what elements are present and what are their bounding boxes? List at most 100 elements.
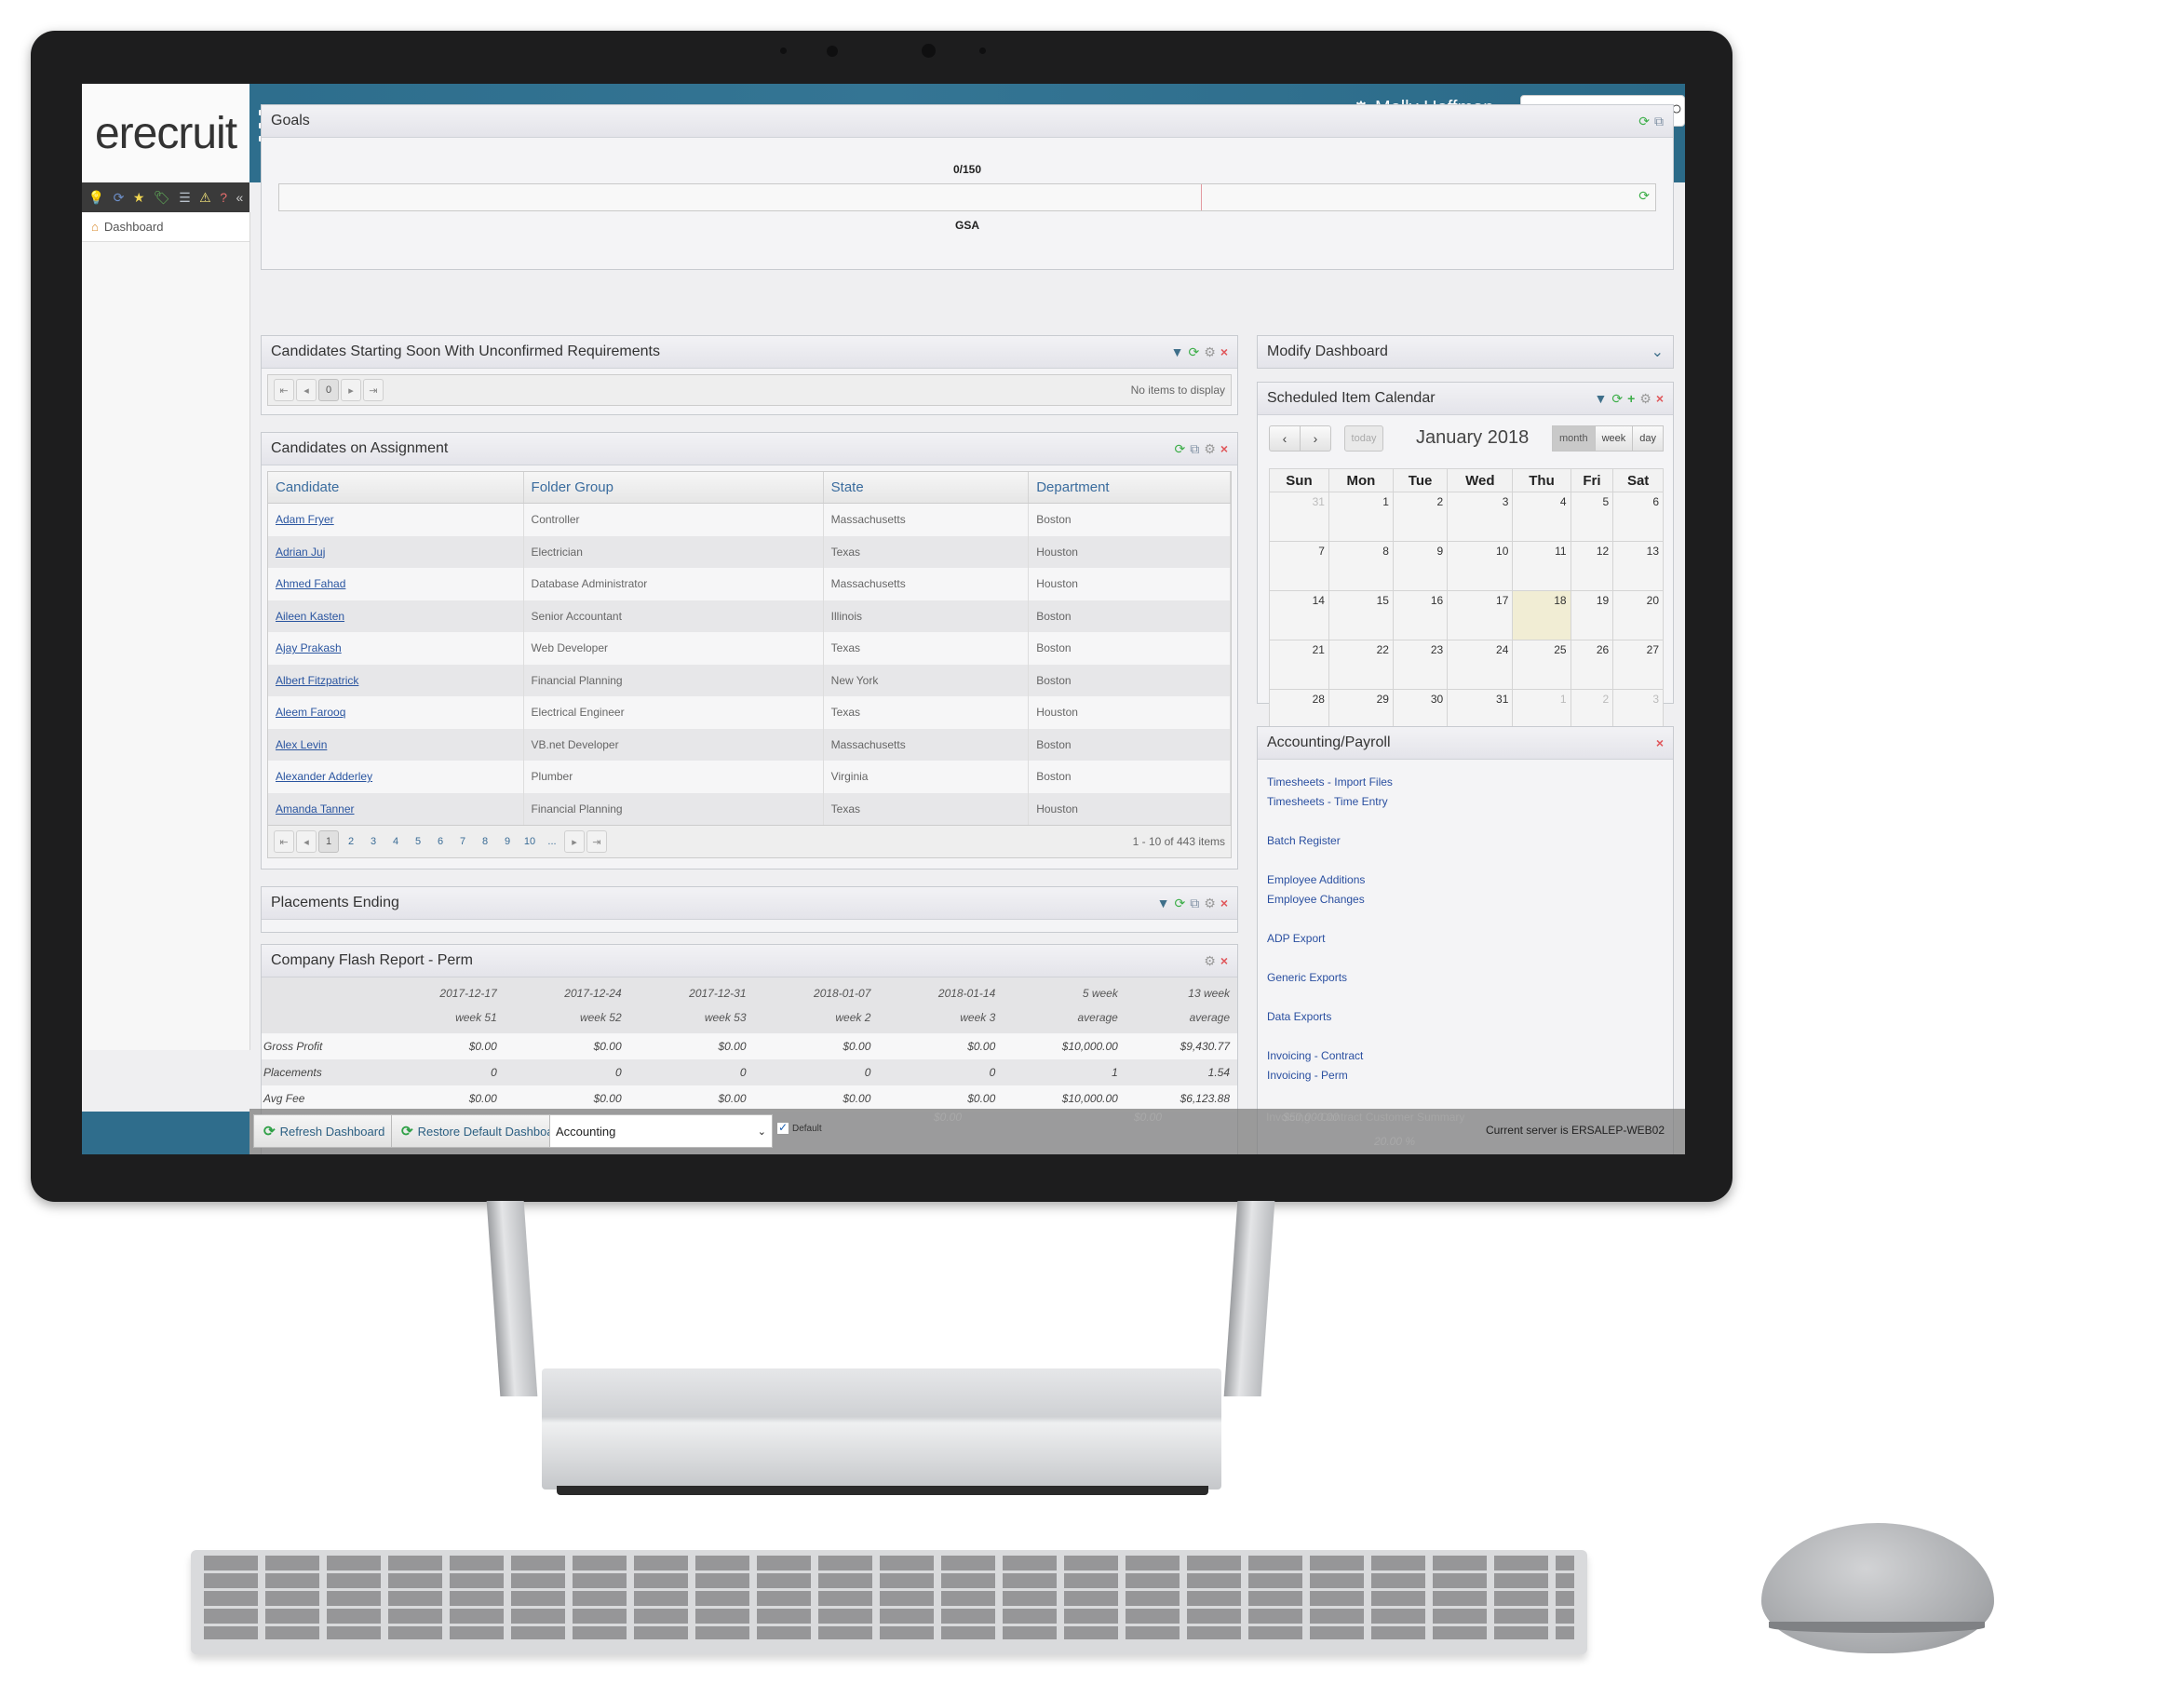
collapse-icon[interactable]: « bbox=[236, 191, 243, 204]
checkbox-checked-icon[interactable]: ✓ bbox=[776, 1122, 789, 1135]
calendar-day[interactable]: 31 bbox=[1269, 492, 1329, 542]
filter-icon[interactable]: ▼ bbox=[1157, 896, 1170, 911]
candidate-link[interactable]: Adrian Juj bbox=[276, 546, 325, 559]
refresh-icon[interactable]: ⟳ bbox=[1175, 441, 1186, 457]
prev-month-button[interactable]: ‹ bbox=[1269, 425, 1301, 452]
calendar-day[interactable]: 20 bbox=[1612, 590, 1664, 640]
page-button[interactable]: 3 bbox=[363, 830, 384, 853]
prev-page-button[interactable]: ◂ bbox=[296, 830, 317, 853]
gear-icon[interactable]: ⚙ bbox=[1204, 344, 1216, 360]
today-button[interactable]: today bbox=[1344, 425, 1383, 452]
modify-dashboard-panel[interactable]: Modify Dashboard ⌄ bbox=[1257, 335, 1674, 369]
calendar-day[interactable]: 16 bbox=[1392, 590, 1449, 640]
accounting-link[interactable]: Timesheets - Import Files bbox=[1267, 773, 1664, 792]
dashboard-select[interactable]: Accounting ⌄ bbox=[549, 1114, 773, 1148]
calendar-day[interactable]: 5 bbox=[1570, 492, 1614, 542]
candidate-link[interactable]: Ahmed Fahad bbox=[276, 577, 345, 590]
lightbulb-icon[interactable]: 💡 bbox=[88, 191, 104, 204]
close-icon[interactable]: × bbox=[1220, 441, 1228, 457]
refresh-icon[interactable]: ⟳ bbox=[1638, 188, 1650, 204]
list-icon[interactable]: ☰ bbox=[179, 191, 191, 204]
warning-icon[interactable]: ⚠ bbox=[199, 191, 211, 204]
accounting-link[interactable]: Timesheets - Time Entry bbox=[1267, 792, 1664, 812]
calendar-day[interactable]: 3 bbox=[1447, 492, 1514, 542]
calendar-day[interactable]: 27 bbox=[1612, 640, 1664, 690]
close-icon[interactable]: × bbox=[1656, 735, 1664, 750]
close-icon[interactable]: × bbox=[1220, 896, 1228, 911]
page-button[interactable]: 4 bbox=[385, 830, 406, 853]
calendar-day[interactable]: 9 bbox=[1392, 541, 1449, 591]
calendar-day[interactable]: 17 bbox=[1447, 590, 1514, 640]
calendar-day[interactable]: 21 bbox=[1269, 640, 1329, 690]
accounting-link[interactable]: Data Exports bbox=[1267, 1007, 1664, 1027]
candidate-link[interactable]: Amanda Tanner bbox=[276, 802, 355, 816]
filter-icon[interactable]: ▼ bbox=[1171, 344, 1184, 360]
add-icon[interactable]: + bbox=[1627, 391, 1635, 407]
restore-default-dashboard-button[interactable]: ⟳ Restore Default Dashboard bbox=[391, 1114, 575, 1148]
first-page-button[interactable]: ⇤ bbox=[274, 379, 294, 401]
candidate-link[interactable]: Alexander Adderley bbox=[276, 770, 372, 783]
calendar-day[interactable]: 26 bbox=[1570, 640, 1614, 690]
calendar-day[interactable]: 1 bbox=[1328, 492, 1394, 542]
refresh-icon[interactable]: ⟳ bbox=[1175, 896, 1186, 911]
column-header[interactable]: Department bbox=[1028, 472, 1231, 504]
help-icon[interactable]: ? bbox=[220, 191, 227, 204]
page-button[interactable]: 10 bbox=[519, 830, 540, 853]
gear-icon[interactable]: ⚙ bbox=[1639, 391, 1651, 407]
calendar-day[interactable]: 15 bbox=[1328, 590, 1394, 640]
next-month-button[interactable]: › bbox=[1301, 425, 1331, 452]
page-button[interactable]: 9 bbox=[497, 830, 518, 853]
first-page-button[interactable]: ⇤ bbox=[274, 830, 294, 853]
filter-icon[interactable]: ▼ bbox=[1594, 391, 1607, 407]
calendar-day[interactable]: 19 bbox=[1570, 590, 1614, 640]
page-button[interactable]: 2 bbox=[341, 830, 361, 853]
page-button[interactable]: 6 bbox=[430, 830, 451, 853]
refresh-icon[interactable]: ⟳ bbox=[1638, 114, 1650, 129]
column-header[interactable]: State bbox=[823, 472, 1030, 504]
next-page-button[interactable]: ▸ bbox=[564, 830, 585, 853]
close-icon[interactable]: × bbox=[1220, 953, 1228, 969]
refresh-dashboard-button[interactable]: ⟳ Refresh Dashboard bbox=[253, 1114, 396, 1148]
calendar-day[interactable]: 13 bbox=[1612, 541, 1664, 591]
accounting-link[interactable]: ADP Export bbox=[1267, 929, 1664, 949]
gear-icon[interactable]: ⚙ bbox=[1204, 441, 1216, 457]
view-day-button[interactable]: day bbox=[1633, 425, 1664, 452]
candidate-link[interactable]: Aileen Kasten bbox=[276, 610, 344, 623]
close-icon[interactable]: × bbox=[1220, 344, 1228, 360]
view-month-button[interactable]: month bbox=[1551, 425, 1596, 452]
prev-page-button[interactable]: ◂ bbox=[296, 379, 317, 401]
page-button[interactable]: 8 bbox=[475, 830, 495, 853]
calendar-day[interactable]: 12 bbox=[1570, 541, 1614, 591]
tag-icon[interactable]: 🏷 bbox=[154, 191, 170, 204]
candidate-link[interactable]: Adam Fryer bbox=[276, 513, 334, 526]
calendar-day[interactable]: 18 bbox=[1512, 590, 1571, 640]
accounting-link[interactable]: Batch Register bbox=[1267, 831, 1664, 851]
page-button[interactable]: 5 bbox=[408, 830, 428, 853]
calendar-day[interactable]: 8 bbox=[1328, 541, 1394, 591]
calendar-day[interactable]: 4 bbox=[1512, 492, 1571, 542]
calendar-day[interactable]: 25 bbox=[1512, 640, 1571, 690]
sync-icon[interactable]: ⟳ bbox=[114, 191, 125, 204]
default-checkbox[interactable]: ✓ Default bbox=[776, 1122, 822, 1135]
calendar-day[interactable]: 7 bbox=[1269, 541, 1329, 591]
page-button[interactable]: 1 bbox=[318, 830, 339, 853]
calendar-day[interactable]: 24 bbox=[1447, 640, 1514, 690]
accounting-link[interactable]: Generic Exports bbox=[1267, 968, 1664, 988]
accounting-link[interactable]: Invoicing - Contract bbox=[1267, 1046, 1664, 1066]
gear-icon[interactable]: ⚙ bbox=[1204, 953, 1216, 969]
refresh-icon[interactable]: ⟳ bbox=[1611, 391, 1623, 407]
refresh-icon[interactable]: ⟳ bbox=[1189, 344, 1200, 360]
app-logo[interactable]: erecruit bbox=[82, 84, 249, 182]
column-header[interactable]: Folder Group bbox=[523, 472, 824, 504]
accounting-link[interactable]: Invoicing - Perm bbox=[1267, 1066, 1664, 1085]
gear-icon[interactable]: ⚙ bbox=[1204, 896, 1216, 911]
page-button[interactable]: ... bbox=[542, 830, 562, 853]
popout-icon[interactable]: ⧉ bbox=[1190, 896, 1199, 911]
star-icon[interactable]: ★ bbox=[133, 191, 145, 204]
candidate-link[interactable]: Aleem Farooq bbox=[276, 706, 345, 719]
page-button[interactable]: 0 bbox=[318, 379, 339, 401]
calendar-day[interactable]: 2 bbox=[1392, 492, 1449, 542]
calendar-day[interactable]: 22 bbox=[1328, 640, 1394, 690]
last-page-button[interactable]: ⇥ bbox=[586, 830, 607, 853]
next-page-button[interactable]: ▸ bbox=[341, 379, 361, 401]
